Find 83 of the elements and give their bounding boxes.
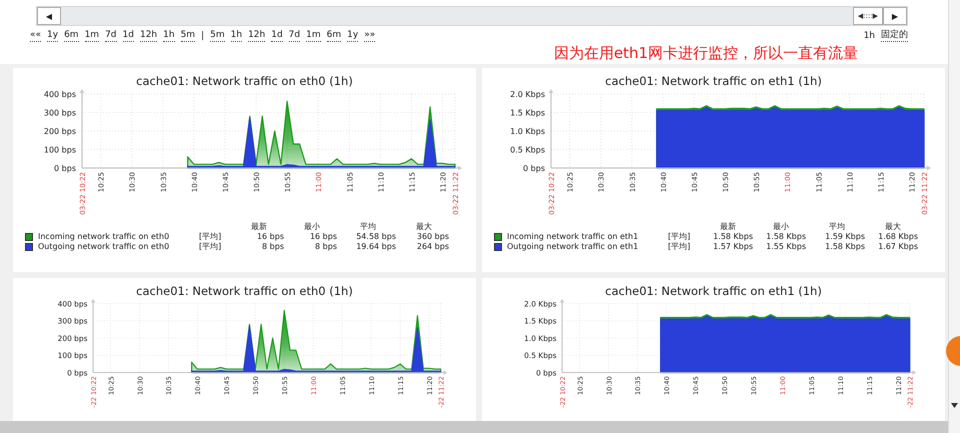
function-label: [平均] — [668, 232, 692, 242]
legend-value: 54.58 bps — [355, 232, 396, 242]
scroll-left-button[interactable]: ◀ — [37, 7, 61, 25]
column-header: 最大 — [884, 222, 902, 232]
zoom-link[interactable]: 1d — [122, 30, 134, 42]
y-tick-label: 0 bps — [522, 164, 544, 173]
vertical-scrollbar[interactable] — [948, 0, 960, 433]
zoom-link[interactable]: 6m — [326, 30, 342, 42]
y-tick-label: 200 bps — [43, 127, 76, 136]
zoom-link[interactable]: 1h — [163, 30, 175, 42]
function-label: [平均] — [199, 232, 222, 242]
legend-value: 19.64 bps — [355, 242, 396, 252]
y-tick-label: 400 bps — [57, 299, 88, 308]
y-tick-label: 1.0 Kbps — [510, 127, 544, 136]
fixed-link[interactable]: 固定的 — [881, 30, 908, 42]
zoom-link[interactable]: 6m — [64, 30, 79, 42]
legend-value: 16 bps — [308, 232, 337, 242]
y-tick-label: 2.0 Kbps — [524, 299, 556, 308]
function-label: [平均] — [199, 242, 222, 252]
graph-title: cache01: Network traffic on eth1 (1h) — [605, 73, 822, 88]
zoom-link[interactable]: 1d — [271, 30, 283, 42]
y-tick-label: 100 bps — [57, 351, 88, 360]
legend-label: Incoming network traffic on eth0 — [38, 232, 170, 242]
legend-value: 360 bps — [416, 232, 449, 242]
y-tick-label: 0 bps — [54, 164, 76, 173]
y-tick-label: 0 bps — [536, 368, 556, 378]
zoom-link[interactable]: 1m — [306, 30, 321, 42]
zoom-link[interactable]: 5m — [180, 30, 196, 42]
y-tick-label: 2.0 Kbps — [510, 90, 544, 99]
legend-label: Outgoing network traffic on eth0 — [38, 242, 170, 252]
zoom-link[interactable]: 12h — [248, 30, 266, 42]
zoom-link[interactable]: 1h — [230, 30, 242, 42]
legend-value: 264 bps — [416, 242, 449, 252]
legend-label: Outgoing network traffic on eth1 — [507, 242, 640, 252]
zoom-link[interactable]: 1y — [347, 30, 358, 42]
back-link[interactable]: «« — [30, 30, 42, 42]
annotation-text: 因为在用eth1网卡进行监控，所以一直有流量 — [554, 44, 858, 62]
zoom-link[interactable]: 1m — [84, 30, 100, 42]
legend-value: 1.67 Kbps — [877, 242, 918, 252]
y-tick-label: 200 bps — [57, 334, 88, 343]
zoom-link[interactable]: 7d — [105, 30, 117, 42]
zoom-link[interactable]: 1y — [47, 30, 58, 42]
scroll-down-icon[interactable] — [951, 403, 958, 408]
legend-value: 1.55 Kbps — [765, 242, 806, 252]
column-header: 最新 — [719, 222, 737, 232]
y-tick-label: 0.5 Kbps — [510, 146, 544, 154]
forward-link[interactable]: »» — [364, 30, 376, 42]
column-header: 最小 — [772, 222, 790, 232]
y-tick-label: 300 bps — [43, 108, 76, 118]
legend-value: 16 bps — [256, 232, 284, 242]
period-text: 1h — [864, 30, 875, 42]
column-header: 最新 — [250, 222, 268, 232]
legend-value: 1.59 Kbps — [824, 232, 865, 242]
y-tick-label: 400 bps — [43, 90, 76, 99]
y-tick-label: 0 bps — [66, 368, 88, 378]
graph-title: cache01: Network traffic on eth0 (1h) — [136, 73, 353, 88]
legend-value: 8 bps — [261, 242, 284, 252]
graph-title: cache01: Network traffic on eth0 (1h) — [136, 283, 353, 298]
legend-value: 1.68 Kbps — [877, 232, 918, 242]
legend-label: Incoming network traffic on eth1 — [507, 232, 640, 242]
legend-value: 1.58 Kbps — [824, 242, 865, 252]
y-tick-label: 100 bps — [43, 146, 76, 154]
column-header: 平均 — [828, 222, 846, 232]
y-tick-label: 1.5 Kbps — [524, 316, 556, 326]
legend-value: 8 bps — [314, 242, 337, 252]
column-header: 最小 — [303, 222, 321, 232]
separator-text: | — [201, 30, 204, 42]
y-tick-label: 1.5 Kbps — [510, 108, 544, 118]
function-label: [平均] — [668, 242, 692, 252]
scroll-right-button[interactable]: ▶ — [883, 7, 907, 25]
horizontal-scrollbar[interactable] — [0, 421, 948, 433]
column-header: 最大 — [415, 222, 433, 232]
legend-value: 1.58 Kbps — [765, 232, 806, 242]
zoom-link[interactable]: 12h — [140, 30, 158, 42]
zoom-link[interactable]: 7d — [288, 30, 300, 42]
legend-value: 1.58 Kbps — [712, 232, 753, 242]
zoom-link[interactable]: 5m — [210, 30, 225, 42]
y-tick-label: 300 bps — [57, 316, 88, 326]
column-header: 平均 — [359, 222, 377, 232]
y-tick-label: 0.5 Kbps — [524, 351, 556, 360]
y-tick-label: 1.0 Kbps — [524, 334, 556, 343]
graph-title: cache01: Network traffic on eth1 (1h) — [605, 283, 822, 298]
legend-value: 1.57 Kbps — [712, 242, 753, 252]
